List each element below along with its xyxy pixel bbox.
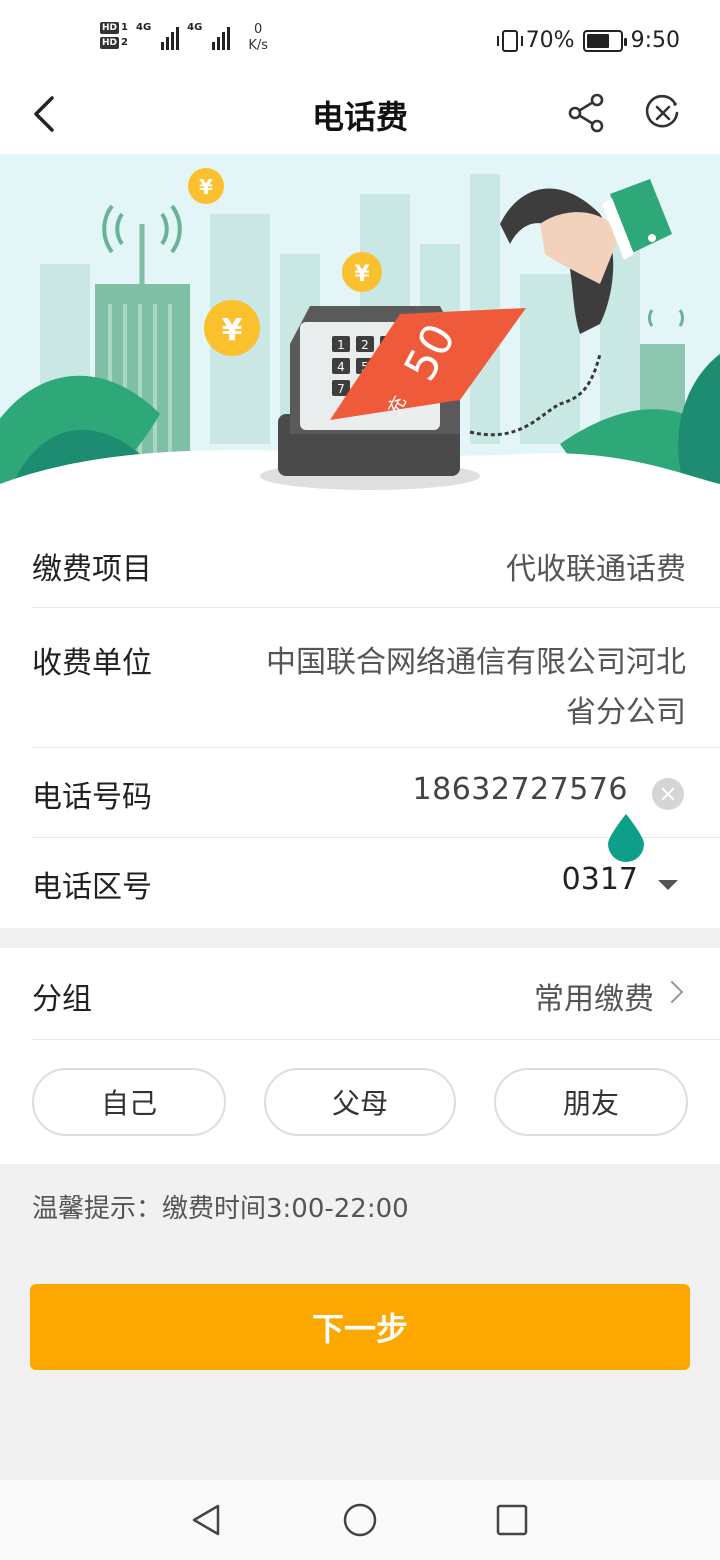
status-bar: HD 1 HD 2 4G 4G 0 K/s 70% 9:50 — [0, 0, 720, 80]
phone-number-label: 电话号码 — [32, 780, 152, 815]
next-button[interactable]: 下一步 — [30, 1284, 690, 1370]
text-cursor-handle[interactable] — [606, 812, 646, 862]
phone-number-input[interactable]: 18632727576 — [413, 772, 628, 807]
system-nav-bar — [0, 1480, 720, 1560]
yuan-coin: ¥ — [204, 300, 260, 356]
payee-row: 收费单位 中国联合网络通信有限公司河北省分公司 — [32, 608, 720, 748]
nav-home-icon[interactable] — [342, 1502, 378, 1538]
keypad-key-label: 7 — [337, 382, 345, 396]
group-section: 分组 常用缴费 自己 父母 朋友 — [0, 948, 720, 1164]
signal-group: HD 1 HD 2 4G 4G 0 K/s — [100, 22, 268, 62]
payment-item-row: 缴费项目 代收联通话费 — [32, 522, 720, 608]
hd2-num: 2 — [121, 37, 128, 48]
chip-friends[interactable]: 朋友 — [494, 1068, 688, 1136]
yuan-coin: ¥ — [188, 168, 224, 204]
signal-icon — [212, 22, 231, 50]
nav-bar: 电话费 — [0, 80, 720, 154]
svg-text:¥: ¥ — [199, 175, 213, 199]
network-speed-value: 0 — [254, 22, 263, 37]
network-type-2: 4G — [187, 22, 203, 33]
share-icon[interactable] — [566, 92, 608, 134]
clock: 9:50 — [630, 28, 680, 53]
network-speed-unit: K/s — [248, 38, 269, 53]
group-row[interactable]: 分组 常用缴费 — [32, 948, 720, 1040]
chip-self[interactable]: 自己 — [32, 1068, 226, 1136]
signal-icon — [161, 22, 180, 50]
phone-recharge-illustration: ¥ ¥ ¥ 123456789 50 充 — [0, 154, 720, 522]
dropdown-arrow-icon[interactable] — [658, 880, 678, 890]
payee-label: 收费单位 — [32, 646, 152, 681]
tip-text: 温馨提示：缴费时间3:00-22:00 — [32, 1194, 409, 1224]
chevron-right-icon[interactable] — [660, 980, 684, 1004]
hd-indicators: HD 1 HD 2 — [100, 22, 128, 49]
clear-icon[interactable] — [652, 778, 684, 810]
yuan-coin: ¥ — [342, 252, 382, 292]
payment-form: 缴费项目 代收联通话费 收费单位 中国联合网络通信有限公司河北省分公司 电话号码… — [0, 522, 720, 928]
chip-parents[interactable]: 父母 — [264, 1068, 456, 1136]
area-code-value[interactable]: 0317 — [562, 862, 638, 897]
network-type-1: 4G — [135, 22, 152, 33]
group-value[interactable]: 常用缴费 — [534, 974, 654, 1018]
status-right: 70% 9:50 — [496, 28, 680, 53]
battery-fill — [586, 33, 609, 48]
hd1-num: 1 — [121, 22, 128, 33]
battery-icon — [582, 29, 627, 52]
keypad-key-label: 2 — [361, 338, 369, 352]
nav-back-icon[interactable] — [188, 1502, 224, 1538]
svg-text:¥: ¥ — [222, 313, 243, 348]
keypad-key-label: 1 — [337, 338, 345, 352]
group-label: 分组 — [32, 982, 92, 1017]
network-speed: 0 K/s — [248, 22, 268, 54]
nav-recents-icon[interactable] — [494, 1502, 530, 1538]
battery-percent: 70% — [525, 28, 575, 53]
group-chips: 自己 父母 朋友 — [32, 1068, 688, 1136]
area-code-label: 电话区号 — [32, 870, 152, 905]
close-circle-icon[interactable] — [644, 94, 682, 132]
hd2-badge: HD — [100, 37, 120, 49]
hd1-badge: HD — [100, 22, 120, 34]
keypad-key-label: 4 — [337, 360, 345, 374]
svg-text:¥: ¥ — [354, 262, 370, 287]
payment-item-value: 代收联通话费 — [506, 552, 686, 587]
vibrate-icon — [496, 29, 523, 52]
page-title: 电话费 — [311, 98, 408, 136]
payment-item-label: 缴费项目 — [32, 552, 152, 587]
payee-value: 中国联合网络通信有限公司河北省分公司 — [266, 645, 686, 730]
banner-illustration: ¥ ¥ ¥ 123456789 50 充 — [0, 154, 720, 522]
